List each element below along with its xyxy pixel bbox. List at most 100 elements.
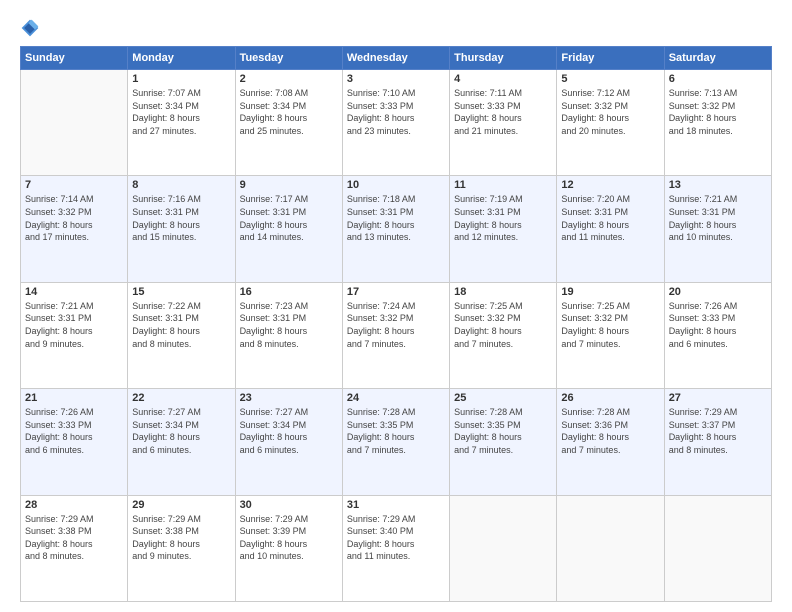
day-detail: Sunrise: 7:17 AMSunset: 3:31 PMDaylight:… (240, 193, 338, 243)
calendar-day-cell (664, 495, 771, 601)
day-detail: Sunrise: 7:26 AMSunset: 3:33 PMDaylight:… (669, 300, 767, 350)
calendar-day-cell: 9 Sunrise: 7:17 AMSunset: 3:31 PMDaylight… (235, 176, 342, 282)
calendar-body: 1Sunrise: 7:07 AMSunset: 3:34 PMDaylight… (21, 70, 772, 602)
day-number: 30 (240, 499, 338, 511)
calendar-day-cell: 8Sunrise: 7:16 AMSunset: 3:31 PMDaylight… (128, 176, 235, 282)
calendar-day-cell: 28 Sunrise: 7:29 AMSunset: 3:38 PMDayligh… (21, 495, 128, 601)
day-detail: Sunrise: 7:22 AMSunset: 3:31 PMDaylight:… (132, 300, 230, 350)
calendar-day-cell: 16 Sunrise: 7:23 AMSunset: 3:31 PMDayligh… (235, 282, 342, 388)
day-number: 29 (132, 499, 230, 511)
calendar-day-cell: 29 Sunrise: 7:29 AMSunset: 3:38 PMDayligh… (128, 495, 235, 601)
day-detail: Sunrise: 7:14 AMSunset: 3:32 PMDaylight:… (25, 193, 123, 243)
day-number: 28 (25, 499, 123, 511)
calendar-day-cell: 22 Sunrise: 7:27 AMSunset: 3:34 PMDayligh… (128, 389, 235, 495)
day-number: 23 (240, 392, 338, 404)
day-detail: Sunrise: 7:27 AMSunset: 3:34 PMDaylight:… (240, 406, 338, 456)
day-detail: Sunrise: 7:08 AMSunset: 3:34 PMDaylight:… (240, 87, 338, 137)
day-detail: Sunrise: 7:10 AMSunset: 3:33 PMDaylight:… (347, 87, 445, 137)
weekday-header: Thursday (450, 47, 557, 70)
calendar-day-cell: 6Sunrise: 7:13 AMSunset: 3:32 PMDaylight… (664, 70, 771, 176)
day-detail: Sunrise: 7:12 AMSunset: 3:32 PMDaylight:… (561, 87, 659, 137)
calendar-day-cell: 30Sunrise: 7:29 AMSunset: 3:39 PMDayligh… (235, 495, 342, 601)
weekday-header: Wednesday (342, 47, 449, 70)
day-detail: Sunrise: 7:20 AMSunset: 3:31 PMDaylight:… (561, 193, 659, 243)
day-number: 9 (240, 179, 338, 191)
calendar-day-cell: 24Sunrise: 7:28 AMSunset: 3:35 PMDayligh… (342, 389, 449, 495)
calendar-day-cell: 31 Sunrise: 7:29 AMSunset: 3:40 PMDayligh… (342, 495, 449, 601)
day-number: 31 (347, 499, 445, 511)
calendar-day-cell: 25Sunrise: 7:28 AMSunset: 3:35 PMDayligh… (450, 389, 557, 495)
day-detail: Sunrise: 7:26 AMSunset: 3:33 PMDaylight:… (25, 406, 123, 456)
page: SundayMondayTuesdayWednesdayThursdayFrid… (0, 0, 792, 612)
day-detail: Sunrise: 7:29 AMSunset: 3:37 PMDaylight:… (669, 406, 767, 456)
calendar-day-cell: 7 Sunrise: 7:14 AMSunset: 3:32 PMDaylight… (21, 176, 128, 282)
calendar-day-cell: 12 Sunrise: 7:20 AMSunset: 3:31 PMDayligh… (557, 176, 664, 282)
calendar-day-cell: 10Sunrise: 7:18 AMSunset: 3:31 PMDayligh… (342, 176, 449, 282)
calendar-day-cell: 5 Sunrise: 7:12 AMSunset: 3:32 PMDaylight… (557, 70, 664, 176)
day-number: 22 (132, 392, 230, 404)
day-detail: Sunrise: 7:29 AMSunset: 3:40 PMDaylight:… (347, 513, 445, 563)
calendar-week-row: 1Sunrise: 7:07 AMSunset: 3:34 PMDaylight… (21, 70, 772, 176)
day-number: 12 (561, 179, 659, 191)
calendar-day-cell: 4 Sunrise: 7:11 AMSunset: 3:33 PMDaylight… (450, 70, 557, 176)
weekday-header: Sunday (21, 47, 128, 70)
calendar-day-cell: 26 Sunrise: 7:28 AMSunset: 3:36 PMDayligh… (557, 389, 664, 495)
day-detail: Sunrise: 7:24 AMSunset: 3:32 PMDaylight:… (347, 300, 445, 350)
day-detail: Sunrise: 7:19 AMSunset: 3:31 PMDaylight:… (454, 193, 552, 243)
day-number: 2 (240, 73, 338, 85)
calendar-day-cell: 15 Sunrise: 7:22 AMSunset: 3:31 PMDayligh… (128, 282, 235, 388)
header (20, 18, 772, 38)
day-number: 3 (347, 73, 445, 85)
calendar-day-cell: 19Sunrise: 7:25 AMSunset: 3:32 PMDayligh… (557, 282, 664, 388)
logo-icon (20, 18, 40, 38)
day-number: 8 (132, 179, 230, 191)
day-detail: Sunrise: 7:21 AMSunset: 3:31 PMDaylight:… (669, 193, 767, 243)
calendar-day-cell: 13 Sunrise: 7:21 AMSunset: 3:31 PMDayligh… (664, 176, 771, 282)
logo (20, 18, 44, 38)
calendar-week-row: 21 Sunrise: 7:26 AMSunset: 3:33 PMDayligh… (21, 389, 772, 495)
calendar-week-row: 14Sunrise: 7:21 AMSunset: 3:31 PMDayligh… (21, 282, 772, 388)
day-number: 16 (240, 286, 338, 298)
calendar-day-cell: 23 Sunrise: 7:27 AMSunset: 3:34 PMDayligh… (235, 389, 342, 495)
calendar-day-cell: 11 Sunrise: 7:19 AMSunset: 3:31 PMDayligh… (450, 176, 557, 282)
calendar-day-cell: 1Sunrise: 7:07 AMSunset: 3:34 PMDaylight… (128, 70, 235, 176)
day-detail: Sunrise: 7:07 AMSunset: 3:34 PMDaylight:… (132, 87, 230, 137)
day-detail: Sunrise: 7:27 AMSunset: 3:34 PMDaylight:… (132, 406, 230, 456)
day-number: 19 (561, 286, 659, 298)
day-number: 4 (454, 73, 552, 85)
weekday-header: Tuesday (235, 47, 342, 70)
weekday-header: Friday (557, 47, 664, 70)
day-number: 14 (25, 286, 123, 298)
day-number: 18 (454, 286, 552, 298)
calendar-day-cell: 2 Sunrise: 7:08 AMSunset: 3:34 PMDaylight… (235, 70, 342, 176)
day-number: 26 (561, 392, 659, 404)
calendar-day-cell: 3 Sunrise: 7:10 AMSunset: 3:33 PMDaylight… (342, 70, 449, 176)
calendar-week-row: 7 Sunrise: 7:14 AMSunset: 3:32 PMDaylight… (21, 176, 772, 282)
day-number: 27 (669, 392, 767, 404)
day-number: 13 (669, 179, 767, 191)
day-detail: Sunrise: 7:29 AMSunset: 3:38 PMDaylight:… (132, 513, 230, 563)
calendar-header-row: SundayMondayTuesdayWednesdayThursdayFrid… (21, 47, 772, 70)
calendar-week-row: 28 Sunrise: 7:29 AMSunset: 3:38 PMDayligh… (21, 495, 772, 601)
day-number: 21 (25, 392, 123, 404)
day-number: 5 (561, 73, 659, 85)
weekday-header: Saturday (664, 47, 771, 70)
day-number: 11 (454, 179, 552, 191)
day-detail: Sunrise: 7:29 AMSunset: 3:38 PMDaylight:… (25, 513, 123, 563)
day-number: 15 (132, 286, 230, 298)
weekday-header: Monday (128, 47, 235, 70)
calendar-day-cell: 17 Sunrise: 7:24 AMSunset: 3:32 PMDayligh… (342, 282, 449, 388)
calendar-day-cell: 27 Sunrise: 7:29 AMSunset: 3:37 PMDayligh… (664, 389, 771, 495)
day-number: 24 (347, 392, 445, 404)
day-detail: Sunrise: 7:28 AMSunset: 3:35 PMDaylight:… (454, 406, 552, 456)
day-number: 17 (347, 286, 445, 298)
calendar-day-cell (21, 70, 128, 176)
day-number: 20 (669, 286, 767, 298)
day-detail: Sunrise: 7:28 AMSunset: 3:36 PMDaylight:… (561, 406, 659, 456)
day-number: 7 (25, 179, 123, 191)
calendar-day-cell (557, 495, 664, 601)
calendar-day-cell: 18Sunrise: 7:25 AMSunset: 3:32 PMDayligh… (450, 282, 557, 388)
day-detail: Sunrise: 7:23 AMSunset: 3:31 PMDaylight:… (240, 300, 338, 350)
day-detail: Sunrise: 7:11 AMSunset: 3:33 PMDaylight:… (454, 87, 552, 137)
day-detail: Sunrise: 7:18 AMSunset: 3:31 PMDaylight:… (347, 193, 445, 243)
